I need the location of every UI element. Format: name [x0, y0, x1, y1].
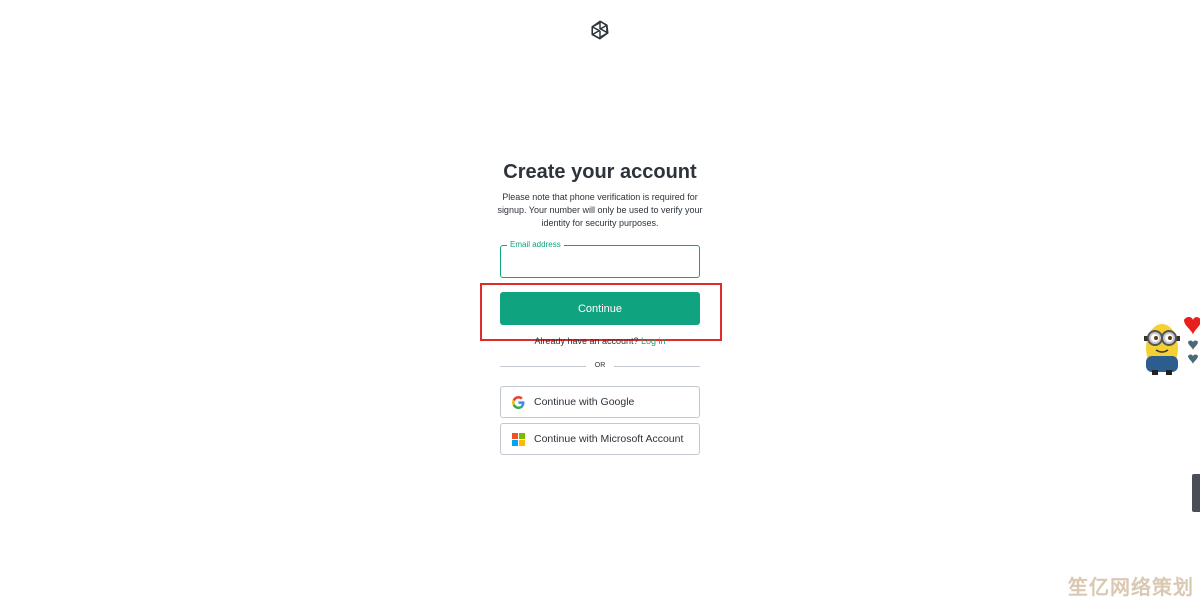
side-panel-tab[interactable] [1192, 474, 1200, 512]
continue-with-microsoft-button[interactable]: Continue with Microsoft Account [500, 423, 700, 455]
continue-button[interactable]: Continue [500, 292, 700, 325]
google-icon [511, 395, 525, 409]
login-prompt: Already have an account? Log in [0, 336, 1200, 346]
page-title: Create your account [503, 161, 697, 183]
divider-line-right [614, 366, 700, 367]
continue-with-google-button[interactable]: Continue with Google [500, 386, 700, 418]
microsoft-icon [511, 432, 525, 446]
login-link[interactable]: Log in [641, 336, 666, 346]
openai-logo-icon [591, 20, 609, 40]
google-button-label: Continue with Google [534, 396, 635, 408]
email-input[interactable] [501, 246, 699, 277]
or-divider: OR [500, 360, 700, 372]
login-prompt-text: Already have an account? [534, 336, 639, 346]
email-field[interactable]: Email address [500, 239, 700, 278]
watermark: 笙亿网络策划 [1068, 575, 1194, 599]
microsoft-button-label: Continue with Microsoft Account [534, 433, 684, 445]
minion-widget-icon[interactable] [1140, 316, 1200, 376]
signup-page: Create your account Please note that pho… [0, 0, 1200, 606]
phone-verification-note: Please note that phone verification is r… [497, 192, 703, 228]
